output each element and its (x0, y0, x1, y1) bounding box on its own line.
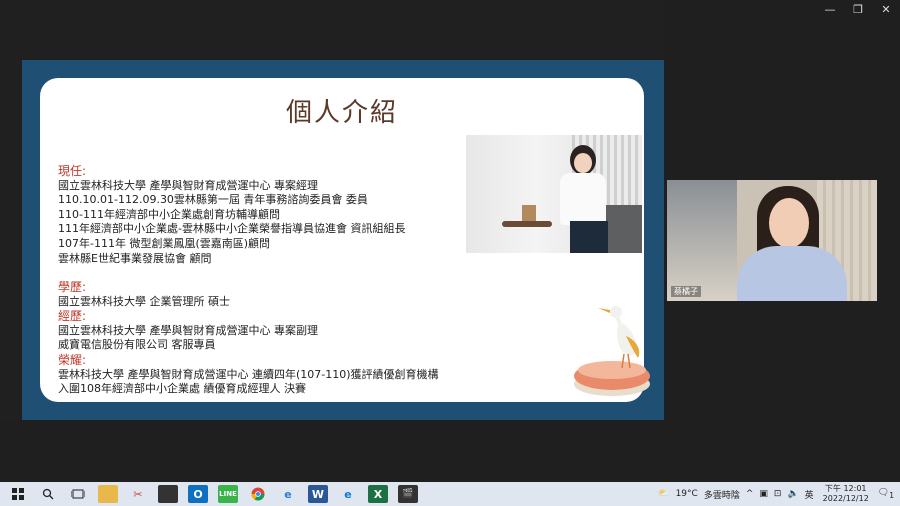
line-tray-icon[interactable]: ▣ (759, 489, 768, 499)
window-controls: — ❐ ✕ (816, 0, 900, 18)
meeting-bottom-area (0, 421, 664, 482)
chrome-icon[interactable] (248, 485, 268, 503)
sticky-notes-icon[interactable] (158, 485, 178, 503)
volume-icon[interactable]: 🔈 (787, 489, 798, 499)
honor-heading: 榮耀: (58, 352, 87, 367)
current-item: 107年-111年 微型創業鳳凰(雲嘉南區)顧問 (58, 236, 271, 250)
participant-video[interactable]: 蔡橘子 (667, 180, 877, 301)
egret-illustration (574, 306, 650, 396)
slide-title: 個人介紹 (285, 98, 398, 128)
search-icon[interactable] (38, 485, 58, 503)
minimize-button[interactable]: — (816, 0, 844, 18)
current-item: 110.10.01-112.09.30雲林縣第一屆 青年事務諮詢委員會 委員 (58, 193, 368, 207)
excel-icon[interactable]: X (368, 485, 388, 503)
current-item: 111年經濟部中小企業處-雲林縣中小企業榮譽指導員協進會 資訊組組長 (58, 222, 406, 236)
weather-temp[interactable]: 19°C (676, 489, 698, 499)
chevron-up-icon[interactable]: ^ (746, 489, 754, 499)
notification-icon[interactable]: 🗨1 (878, 488, 894, 500)
profile-photo (466, 135, 642, 253)
clock-time: 下午 12:01 (824, 484, 867, 493)
system-tray: ⛅ 19°C 多雲時陰 ^ ▣ ⊡ 🔈 英 下午 12:01 2022/12/1… (655, 482, 900, 506)
clock-date: 2022/12/12 (822, 494, 869, 503)
restore-button[interactable]: ❐ (844, 0, 872, 18)
weather-desc[interactable]: 多雲時陰 (704, 488, 740, 501)
honor-item: 入圍108年經濟部中小企業處 績優育成經理人 決賽 (58, 382, 306, 396)
input-language[interactable]: 英 (805, 488, 814, 501)
internet-explorer-icon[interactable]: e (278, 485, 298, 503)
current-positions-section: 現任: 國立雲林科技大學 產學與智財育成營運中心 專案經理 110.10.01-… (58, 164, 405, 266)
outlook-icon[interactable]: O (188, 485, 208, 503)
current-item: 國立雲林科技大學 產學與智財育成營運中心 專案經理 (58, 178, 318, 192)
weather-icon[interactable]: ⛅ (658, 489, 669, 499)
current-heading: 現任: (58, 164, 87, 178)
close-button[interactable]: ✕ (872, 0, 900, 18)
windows-taskbar: ✂ O LINE e W e X 🎬 ⛅ 19°C 多雲時陰 ^ ▣ ⊡ 🔈 英… (0, 482, 900, 506)
education-heading: 學歷: (58, 280, 87, 294)
experience-item: 威寶電信股份有限公司 客服專員 (58, 338, 216, 352)
participant-name: 蔡橘子 (671, 286, 701, 297)
notification-count: 1 (889, 490, 894, 500)
background-section: 學歷: 國立雲林科技大學 企業管理所 碩士 經歷: 國立雲林科技大學 產學與智財… (58, 280, 439, 397)
education-item: 國立雲林科技大學 企業管理所 碩士 (58, 294, 230, 308)
experience-heading: 經歷: (58, 309, 87, 324)
edge-icon[interactable]: e (338, 485, 358, 503)
line-icon[interactable]: LINE (218, 485, 238, 503)
snipping-tool-icon[interactable]: ✂ (128, 485, 148, 503)
network-icon[interactable]: ⊡ (774, 489, 782, 499)
windows-start-icon[interactable] (8, 485, 28, 503)
honor-item: 雲林科技大學 產學與智財育成營運中心 連續四年(107-110)獲評績優創育機構 (58, 367, 439, 381)
current-item: 110-111年經濟部中小企業處創育坊輔導顧問 (58, 207, 280, 221)
current-item: 雲林縣E世紀事業發展協會 顧問 (58, 251, 212, 265)
experience-item: 國立雲林科技大學 產學與智財育成營運中心 專案副理 (58, 323, 318, 337)
word-icon[interactable]: W (308, 485, 328, 503)
task-view-icon[interactable] (68, 485, 88, 503)
presentation-slide: 個人介紹 現任: 國立雲林科技大學 產學與智財育成營運中心 專案經理 110.1… (40, 78, 650, 402)
clapperboard-icon[interactable]: 🎬 (398, 485, 418, 503)
taskbar-clock[interactable]: 下午 12:01 2022/12/12 (823, 484, 869, 504)
file-explorer-icon[interactable] (98, 485, 118, 503)
